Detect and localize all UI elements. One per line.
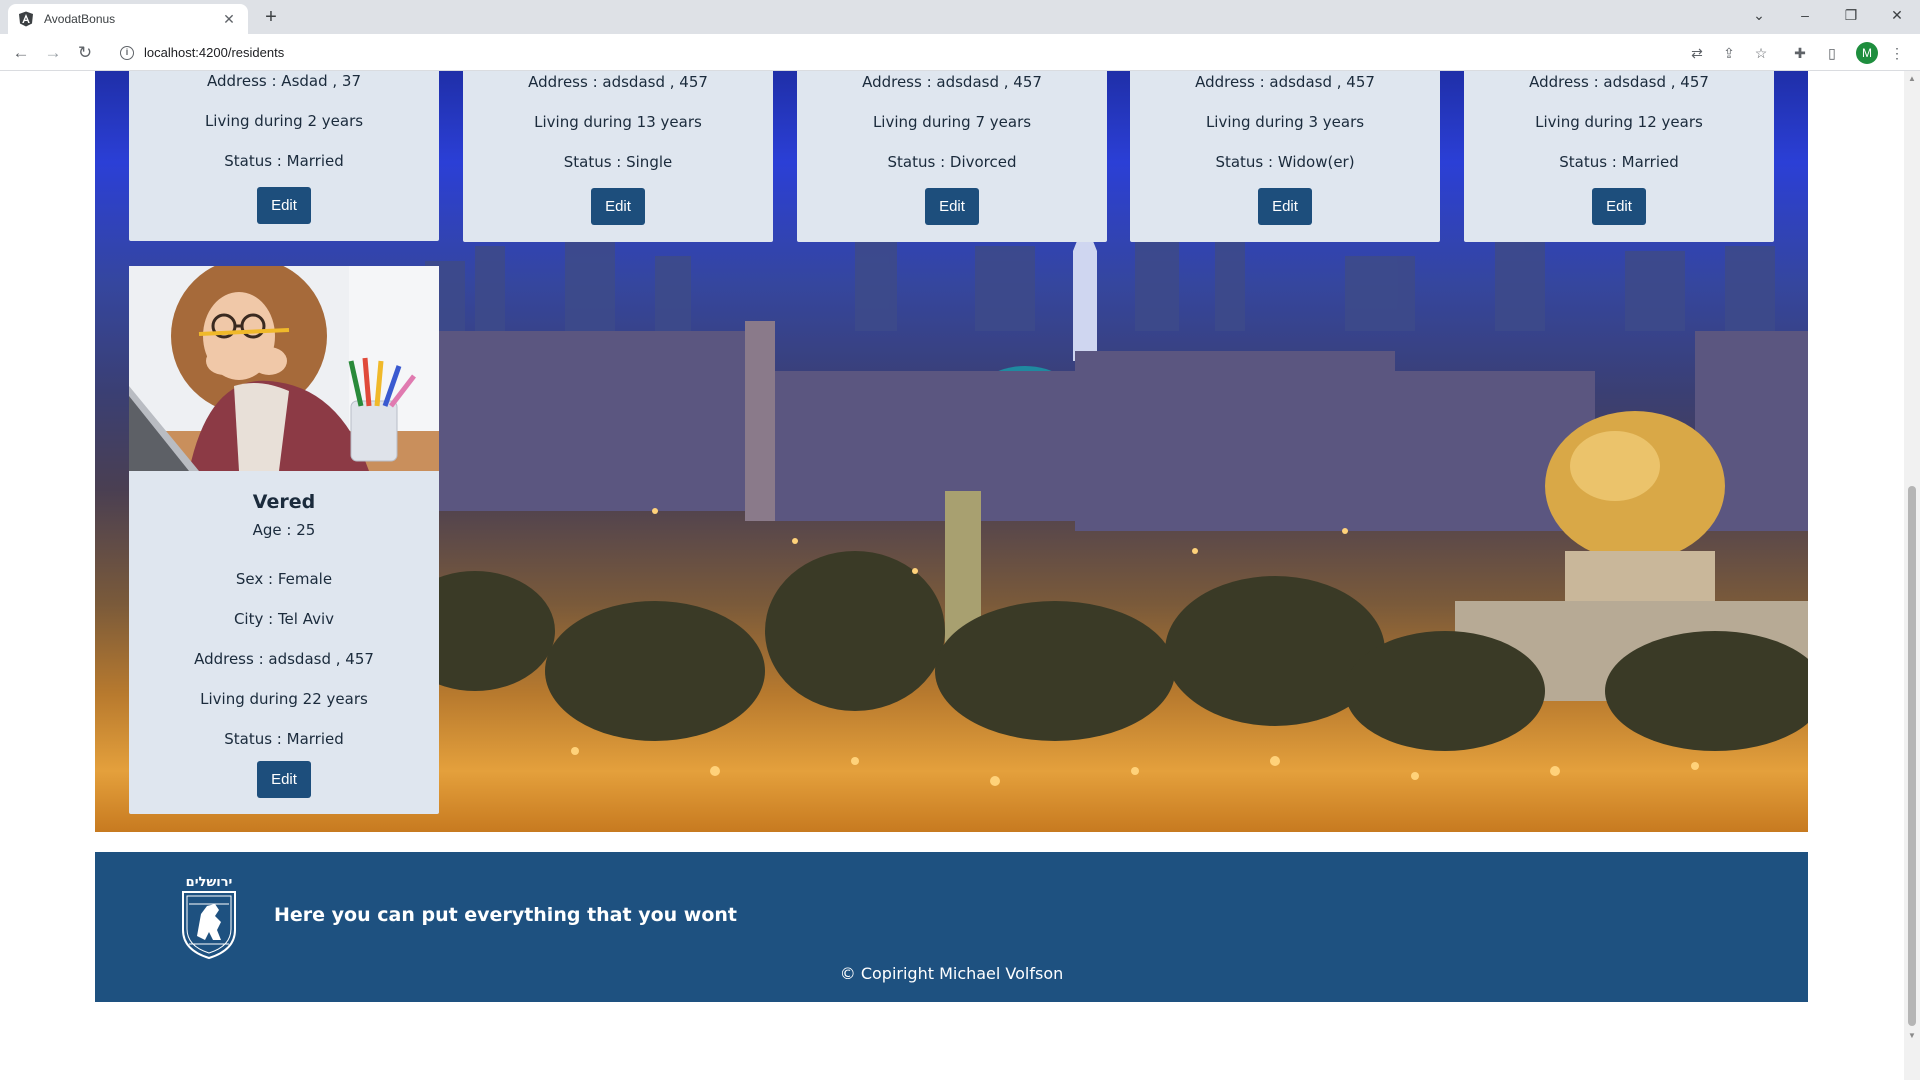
card-address: Address : adsdasd , 457 — [862, 73, 1042, 91]
url-text: localhost:4200/residents — [144, 45, 285, 60]
card-age: Age : 25 — [252, 521, 316, 539]
card-address: Address : adsdasd , 457 — [194, 650, 374, 668]
share-icon[interactable]: ⇪ — [1719, 43, 1739, 63]
new-tab-icon[interactable]: + — [260, 6, 282, 28]
reload-icon[interactable]: ↻ — [73, 41, 97, 65]
profile-avatar[interactable]: M — [1856, 42, 1878, 64]
resident-photo — [129, 266, 439, 471]
scroll-down-icon[interactable]: ▼ — [1904, 1028, 1920, 1044]
resident-card: Address : Asdad , 37 Living during 2 yea… — [129, 71, 439, 241]
site-info-icon[interactable]: i — [120, 45, 134, 60]
side-panel-icon[interactable]: ▯ — [1822, 43, 1842, 63]
card-sex: Sex : Female — [235, 570, 333, 588]
angular-logo-icon — [19, 11, 33, 27]
card-status: Status : Married — [224, 152, 344, 170]
tab-title: AvodatBonus — [44, 12, 116, 26]
card-status: Status : Married — [224, 730, 344, 748]
bookmark-star-icon[interactable]: ☆ — [1751, 43, 1771, 63]
footer-copyright: © Copiright Michael Volfson — [839, 964, 1064, 983]
card-status: Status : Married — [1559, 153, 1679, 171]
edit-button[interactable]: Edit — [925, 188, 979, 225]
minimize-icon[interactable]: – — [1782, 0, 1828, 30]
resident-card: Address : adsdasd , 457 Living during 13… — [463, 71, 773, 242]
edit-button[interactable]: Edit — [1258, 188, 1312, 225]
tab-search-icon[interactable]: ⌄ — [1736, 0, 1782, 30]
card-status: Status : Divorced — [887, 153, 1017, 171]
resident-name: Vered — [252, 491, 316, 513]
card-living-years: Living during 12 years — [1535, 113, 1703, 131]
card-status: Status : Single — [563, 153, 673, 171]
browser-toolbar: ← → ↻ i localhost:4200/residents ⇄ ⇪ ☆ ✚… — [0, 34, 1920, 71]
translate-icon[interactable]: ⇄ — [1687, 43, 1707, 63]
close-tab-icon[interactable]: ✕ — [220, 11, 238, 28]
site-footer: ירושלים Here you can put everything that… — [95, 852, 1808, 1002]
restore-icon[interactable]: ❐ — [1828, 0, 1874, 30]
card-address: Address : Asdad , 37 — [206, 72, 362, 90]
resident-card: Address : adsdasd , 457 Living during 7 … — [797, 71, 1107, 242]
page-viewport: Address : Asdad , 37 Living during 2 yea… — [0, 71, 1904, 1080]
scroll-up-icon[interactable]: ▲ — [1904, 71, 1920, 87]
edit-button[interactable]: Edit — [591, 188, 645, 225]
forward-icon[interactable]: → — [41, 41, 65, 65]
resident-card: Address : adsdasd , 457 Living during 3 … — [1130, 71, 1440, 242]
card-address: Address : adsdasd , 457 — [1195, 73, 1375, 91]
scrollbar-thumb[interactable] — [1908, 486, 1916, 1026]
resident-card-vered: Vered Age : 25 Sex : Female City : Tel A… — [129, 266, 439, 814]
edit-button[interactable]: Edit — [257, 187, 311, 224]
back-icon[interactable]: ← — [9, 41, 33, 65]
card-status: Status : Widow(er) — [1215, 153, 1355, 171]
extensions-icon[interactable]: ✚ — [1790, 43, 1810, 63]
card-living-years: Living during 22 years — [200, 690, 368, 708]
woman-with-laptop-image — [129, 266, 439, 471]
edit-button[interactable]: Edit — [1592, 188, 1646, 225]
card-address: Address : adsdasd , 457 — [1529, 73, 1709, 91]
card-living-years: Living during 7 years — [872, 113, 1032, 131]
menu-kebab-icon[interactable]: ⋮ — [1887, 43, 1907, 63]
card-address: Address : adsdasd , 457 — [528, 73, 708, 91]
page-scrollbar[interactable]: ▲ ▼ — [1904, 71, 1920, 1080]
card-city: City : Tel Aviv — [233, 610, 335, 628]
card-living-years: Living during 2 years — [204, 112, 364, 130]
resident-card: Address : adsdasd , 457 Living during 12… — [1464, 71, 1774, 242]
footer-text: Here you can put everything that you won… — [274, 904, 737, 926]
browser-tabstrip: AvodatBonus ✕ + ⌄ – ❐ ✕ — [0, 0, 1920, 34]
edit-button[interactable]: Edit — [257, 761, 311, 798]
jerusalem-emblem-icon: ירושלים — [182, 875, 236, 960]
close-window-icon[interactable]: ✕ — [1874, 0, 1920, 30]
emblem-lettering: ירושלים — [186, 875, 233, 890]
card-living-years: Living during 13 years — [534, 113, 702, 131]
card-living-years: Living during 3 years — [1205, 113, 1365, 131]
browser-tab[interactable]: AvodatBonus ✕ — [8, 4, 248, 34]
address-bar[interactable]: i localhost:4200/residents — [112, 38, 1684, 67]
